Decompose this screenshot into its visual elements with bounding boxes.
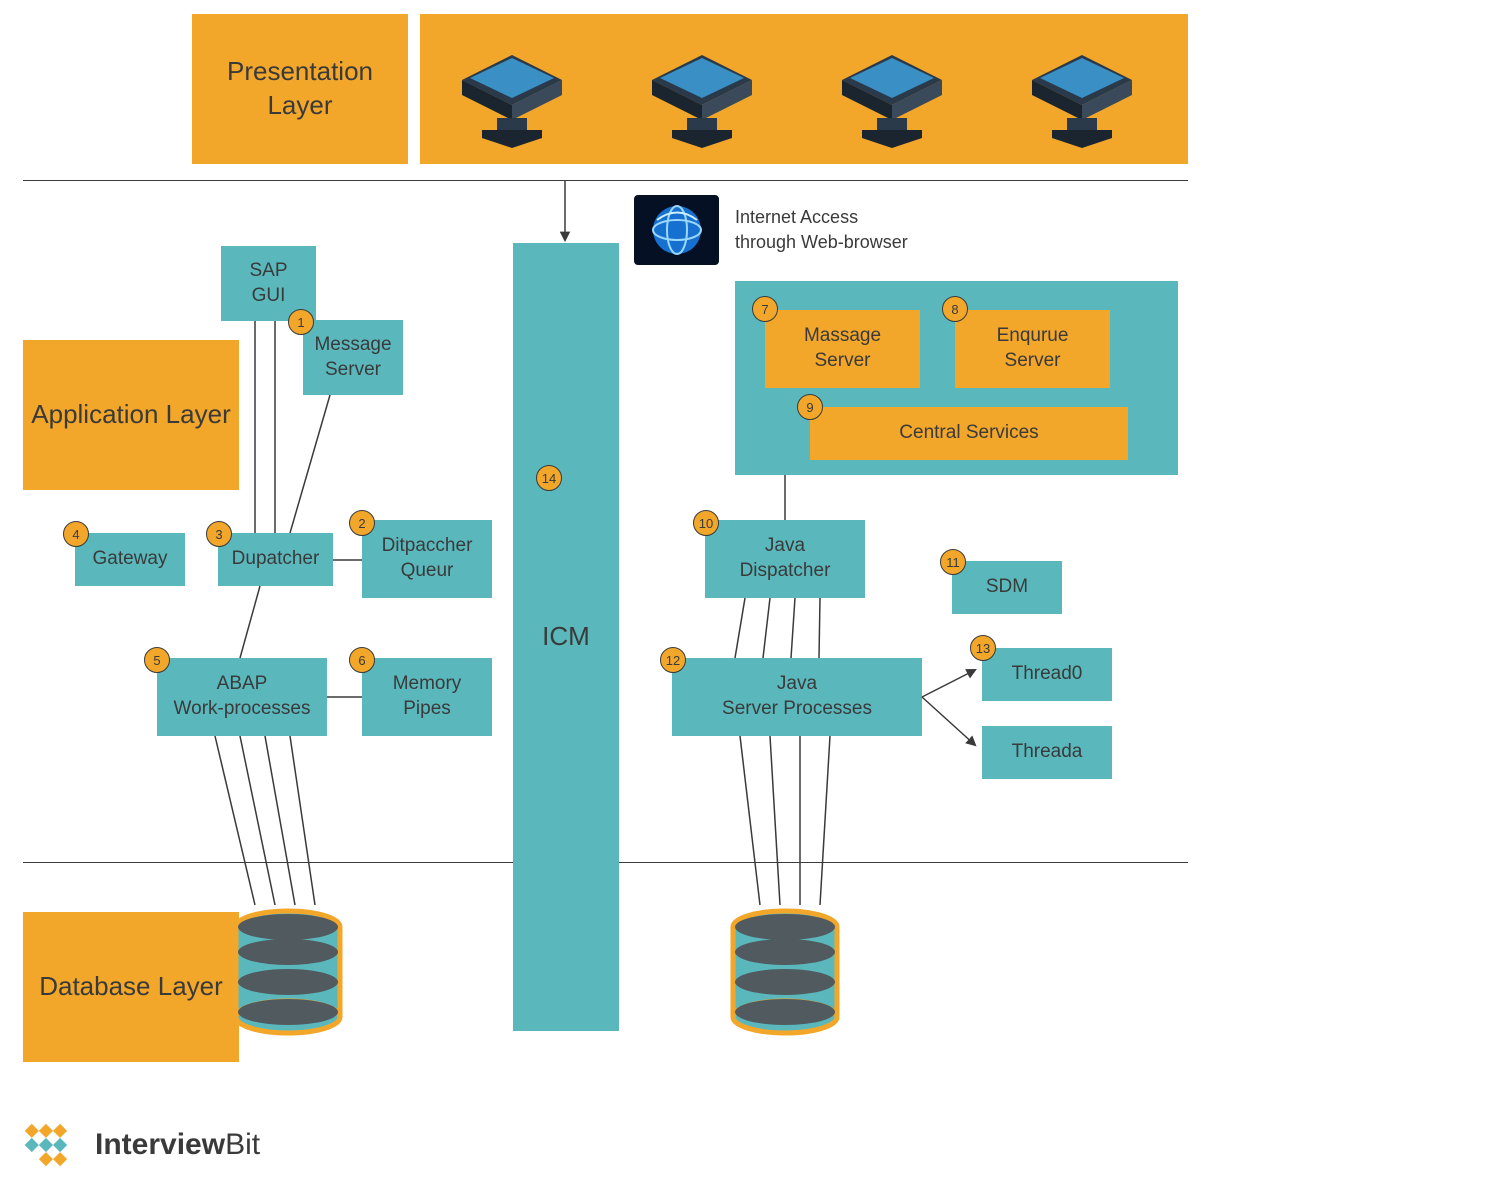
java-dispatcher-box: Java Dispatcher — [705, 520, 865, 598]
node-label: Message Server — [314, 333, 391, 382]
node-label: ABAP Work-processes — [174, 672, 311, 721]
badge-6: 6 — [349, 647, 375, 673]
badge-14: 14 — [536, 465, 562, 491]
node-label: Java Dispatcher — [740, 534, 831, 583]
enqurue-server-box: Enqurue Server — [955, 310, 1110, 388]
brand-text: InterviewBit — [95, 1128, 260, 1162]
badge-13: 13 — [970, 635, 996, 661]
node-label: Dupatcher — [232, 547, 320, 572]
memory-pipes-box: Memory Pipes — [362, 658, 492, 736]
badge-9: 9 — [797, 394, 823, 420]
monitor-icon — [832, 30, 952, 150]
badge-8: 8 — [942, 296, 968, 322]
massage-server-box: Massage Server — [765, 310, 920, 388]
node-label: Memory Pipes — [393, 672, 462, 721]
node-label: Java Server Processes — [722, 672, 872, 721]
globe-icon — [634, 195, 719, 265]
central-services-box: Central Services — [810, 407, 1128, 460]
sdm-box: SDM — [952, 561, 1062, 614]
monitor-icon — [452, 30, 572, 150]
node-label: SAP GUI — [249, 259, 287, 308]
gateway-box: Gateway — [75, 533, 185, 586]
monitor-icon — [642, 30, 762, 150]
node-label: Gateway — [93, 547, 168, 572]
java-server-processes-box: Java Server Processes — [672, 658, 922, 736]
presentation-layer-label: Presentation Layer — [192, 14, 408, 164]
thread0-box: Thread0 — [982, 648, 1112, 701]
separator-top — [23, 180, 1188, 181]
diagram-canvas: Presentation Layer — [0, 0, 1493, 1198]
badge-12: 12 — [660, 647, 686, 673]
internet-access-label: Internet Access through Web-browser — [735, 205, 908, 255]
label-text: Database Layer — [39, 970, 223, 1004]
monitor-icon — [1022, 30, 1142, 150]
node-label: Central Services — [899, 421, 1038, 446]
node-label: Thread0 — [1012, 662, 1083, 687]
label-text: Application Layer — [31, 398, 230, 432]
node-label: ICM — [542, 620, 590, 654]
abap-work-processes-box: ABAP Work-processes — [157, 658, 327, 736]
brand-logo: InterviewBit — [23, 1120, 260, 1170]
badge-11: 11 — [940, 549, 966, 575]
node-label: Enqurue Server — [997, 324, 1069, 373]
node-label: Massage Server — [804, 324, 881, 373]
node-label: Threada — [1012, 740, 1083, 765]
badge-3: 3 — [206, 521, 232, 547]
node-label: SDM — [986, 575, 1028, 600]
badge-7: 7 — [752, 296, 778, 322]
badge-1: 1 — [288, 309, 314, 335]
badge-10: 10 — [693, 510, 719, 536]
badge-4: 4 — [63, 521, 89, 547]
threada-box: Threada — [982, 726, 1112, 779]
icm-box: ICM — [513, 243, 619, 1031]
database-layer-label: Database Layer — [23, 912, 239, 1062]
brand-icon — [23, 1120, 83, 1170]
database-icon — [228, 905, 348, 1045]
application-layer-label: Application Layer — [23, 340, 239, 490]
badge-2: 2 — [349, 510, 375, 536]
database-icon — [725, 905, 845, 1045]
dupatcher-box: Dupatcher — [218, 533, 333, 586]
badge-5: 5 — [144, 647, 170, 673]
message-server-box: Message Server — [303, 320, 403, 395]
ditpaccher-queur-box: Ditpaccher Queur — [362, 520, 492, 598]
label-text: Presentation Layer — [192, 55, 408, 123]
node-label: Ditpaccher Queur — [382, 534, 473, 583]
